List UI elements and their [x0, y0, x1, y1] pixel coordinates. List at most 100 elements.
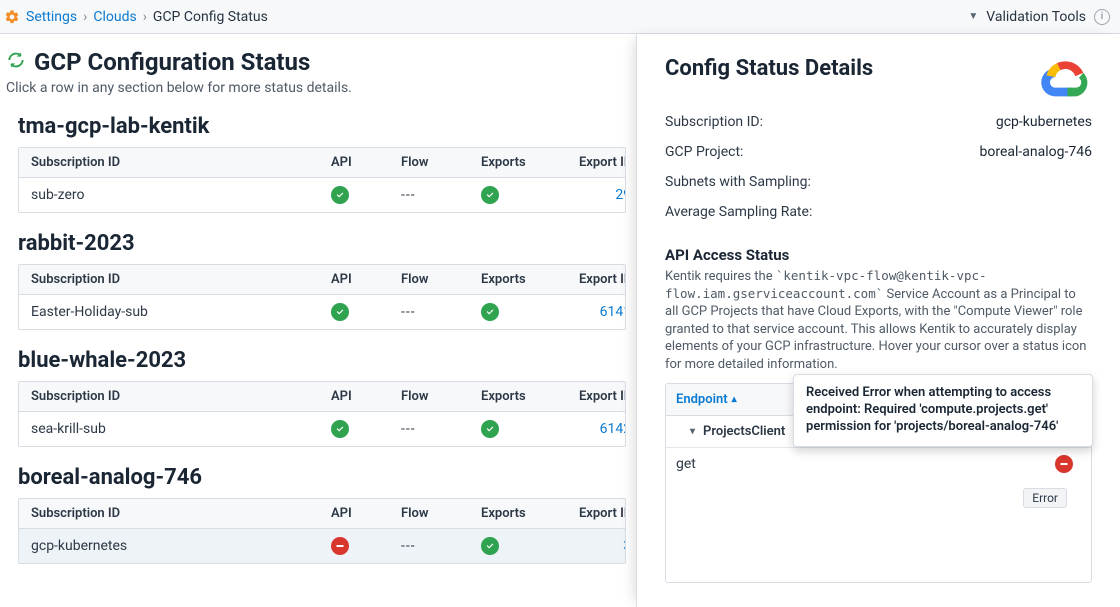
- breadcrumb-current: GCP Config Status: [153, 9, 268, 25]
- col-exports[interactable]: Exports: [481, 272, 561, 287]
- kv-subscription-id: Subscription ID: gcp-kubernetes: [665, 114, 1092, 130]
- cell-flow: ---: [401, 304, 481, 320]
- label: Average Sampling Rate:: [665, 204, 812, 220]
- cell-flow: ---: [401, 187, 481, 203]
- table-header: Subscription IDAPIFlowExportsExport IDs: [19, 499, 625, 529]
- cell-export-ids: 32: [561, 538, 626, 554]
- export-id-link[interactable]: 32: [623, 538, 626, 554]
- status-table: Subscription IDAPIFlowExportsExport IDss…: [18, 147, 626, 213]
- table-row[interactable]: sea-krill-sub --- 61427: [19, 412, 625, 446]
- error-icon[interactable]: [1055, 455, 1073, 473]
- breadcrumb: Settings › Clouds › GCP Config Status: [4, 9, 268, 25]
- ok-icon: [331, 303, 349, 321]
- col-flow[interactable]: Flow: [401, 389, 481, 404]
- col-export-ids[interactable]: Export IDs: [561, 155, 626, 170]
- breadcrumb-clouds[interactable]: Clouds: [93, 9, 136, 25]
- error-tag: Error: [1023, 488, 1067, 508]
- breadcrumb-sep: ›: [143, 9, 147, 25]
- ok-icon: [481, 303, 499, 321]
- cell-subscription: Easter-Holiday-sub: [31, 304, 331, 320]
- table-header: Subscription IDAPIFlowExportsExport IDs: [19, 265, 625, 295]
- error-tooltip: Received Error when attempting to access…: [793, 374, 1093, 447]
- col-flow[interactable]: Flow: [401, 272, 481, 287]
- col-export-ids[interactable]: Export IDs: [561, 272, 626, 287]
- page-title: GCP Configuration Status: [34, 48, 310, 76]
- col-exports[interactable]: Exports: [481, 389, 561, 404]
- ok-icon: [481, 537, 499, 555]
- kv-subnets-sampling: Subnets with Sampling:: [665, 174, 1092, 190]
- details-panel: Config Status Details Subscription ID: g…: [636, 34, 1120, 607]
- col-export-ids[interactable]: Export IDs: [561, 506, 626, 521]
- col-api[interactable]: API: [331, 389, 401, 404]
- kv-avg-sampling: Average Sampling Rate:: [665, 204, 1092, 220]
- status-table: Subscription IDAPIFlowExportsExport IDsg…: [18, 498, 626, 564]
- export-id-link[interactable]: 61416: [600, 304, 626, 320]
- topbar: Settings › Clouds › GCP Config Status ▼ …: [0, 0, 1120, 34]
- label: Subnets with Sampling:: [665, 174, 811, 190]
- api-access-para: Kentik requires the `kentik-vpc-flow@ken…: [665, 268, 1092, 373]
- col-api[interactable]: API: [331, 506, 401, 521]
- panel-title: Config Status Details: [665, 56, 873, 81]
- ok-icon: [481, 420, 499, 438]
- export-id-link[interactable]: 61427: [600, 421, 626, 437]
- col-subscription[interactable]: Subscription ID: [31, 506, 331, 521]
- table-header: Subscription IDAPIFlowExportsExport IDs: [19, 382, 625, 412]
- label: GCP Project:: [665, 144, 743, 160]
- cell-flow: ---: [401, 421, 481, 437]
- chevron-up-icon: ▴: [732, 394, 737, 405]
- info-icon[interactable]: i: [1094, 9, 1110, 25]
- col-exports[interactable]: Exports: [481, 506, 561, 521]
- col-subscription[interactable]: Subscription ID: [31, 155, 331, 170]
- cell-export-ids: 61427: [561, 421, 626, 437]
- cell-api: [331, 186, 401, 204]
- ok-icon: [331, 420, 349, 438]
- cell-export-ids: 61416: [561, 304, 626, 320]
- kv-gcp-project: GCP Project: boreal-analog-746: [665, 144, 1092, 160]
- chevron-down-icon[interactable]: ▼: [968, 11, 978, 22]
- ok-icon: [331, 186, 349, 204]
- col-flow[interactable]: Flow: [401, 506, 481, 521]
- value: boreal-analog-746: [980, 144, 1092, 160]
- cell-api: [331, 537, 401, 555]
- label: Subscription ID:: [665, 114, 763, 130]
- chevron-down-icon: ▾: [690, 426, 695, 437]
- gear-icon: [4, 9, 20, 25]
- status-table: Subscription IDAPIFlowExportsExport IDss…: [18, 381, 626, 447]
- cell-export-ids: 290: [561, 187, 626, 203]
- table-row[interactable]: sub-zero --- 290: [19, 178, 625, 212]
- export-id-link[interactable]: 290: [615, 187, 626, 203]
- col-api[interactable]: API: [331, 272, 401, 287]
- cell-api: [331, 303, 401, 321]
- cell-exports: [481, 420, 561, 438]
- cell-subscription: sub-zero: [31, 187, 331, 203]
- table-header: Subscription IDAPIFlowExportsExport IDs: [19, 148, 625, 178]
- breadcrumb-sep: ›: [83, 9, 87, 25]
- cell-exports: [481, 537, 561, 555]
- cell-api: [331, 420, 401, 438]
- col-subscription[interactable]: Subscription ID: [31, 272, 331, 287]
- table-row[interactable]: Easter-Holiday-sub --- 61416: [19, 295, 625, 329]
- cell-exports: [481, 186, 561, 204]
- endpoint-table: Endpoint ▴ ▾ ProjectsClient get Received…: [665, 383, 1092, 583]
- col-export-ids[interactable]: Export IDs: [561, 389, 626, 404]
- gcp-logo-icon: [1036, 56, 1092, 100]
- error-icon: [331, 537, 349, 555]
- col-exports[interactable]: Exports: [481, 155, 561, 170]
- cell-exports: [481, 303, 561, 321]
- refresh-icon[interactable]: [6, 50, 26, 74]
- cell-subscription: sea-krill-sub: [31, 421, 331, 437]
- status-table: Subscription IDAPIFlowExportsExport IDsE…: [18, 264, 626, 330]
- topbar-right: ▼ Validation Tools i: [968, 9, 1110, 25]
- col-flow[interactable]: Flow: [401, 155, 481, 170]
- table-row[interactable]: gcp-kubernetes --- 32: [19, 529, 625, 563]
- col-api[interactable]: API: [331, 155, 401, 170]
- breadcrumb-settings[interactable]: Settings: [26, 9, 77, 25]
- endpoint-method: get: [676, 456, 696, 472]
- ok-icon: [481, 186, 499, 204]
- value: gcp-kubernetes: [996, 114, 1092, 130]
- cell-subscription: gcp-kubernetes: [31, 538, 331, 554]
- validation-tools-menu[interactable]: Validation Tools: [986, 9, 1086, 25]
- endpoint-item-row[interactable]: get: [666, 448, 1091, 480]
- col-subscription[interactable]: Subscription ID: [31, 389, 331, 404]
- cell-flow: ---: [401, 538, 481, 554]
